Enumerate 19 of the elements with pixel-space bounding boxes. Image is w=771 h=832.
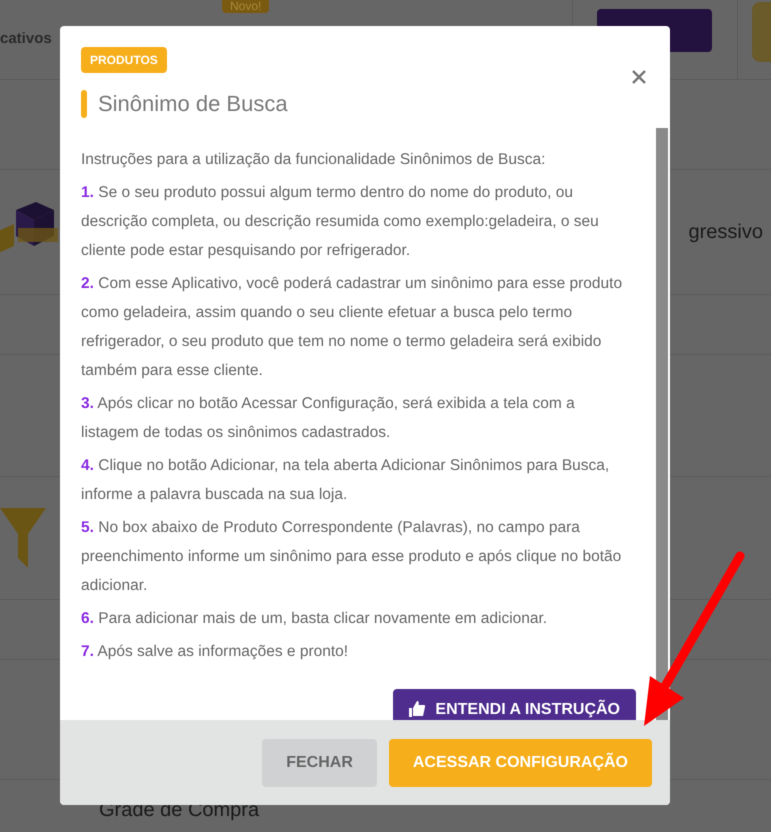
dialog-title: Sinônimo de Busca bbox=[98, 90, 288, 118]
instruction-step: 1. Se o seu produto possui algum termo dentro do nome do produto, ou descrição completa, ou descrição resumida como exemplo:geladeira, o seu cliente pode estar pesquisando por refrigerador. bbox=[81, 178, 636, 265]
row-label: gressivo bbox=[688, 220, 763, 245]
instructions-intro: Instruções para a utilização da funcionalidade Sinônimos de Busca: bbox=[81, 150, 546, 170]
close-button[interactable]: FECHAR bbox=[262, 738, 377, 786]
menu-item[interactable]: cativos bbox=[0, 28, 52, 51]
instruction-step: 6. Para adicionar mais de um, basta clicar novamente em adicionar. bbox=[81, 604, 636, 633]
thumbs-up-icon bbox=[409, 701, 426, 717]
title-accent-bar bbox=[81, 90, 87, 118]
instruction-step: 2. Com esse Aplicativo, você poderá cadastrar um sinônimo para esse produto como geladeira, assim quando o seu cliente efetuar a busca pelo termo refrigerador, o seu produto que tem no nome o termo geladeira será exibido também para esse cliente. bbox=[81, 269, 636, 385]
scrollbar[interactable] bbox=[656, 128, 668, 720]
instruction-step: 7. Após salve as informações e pronto! bbox=[81, 637, 636, 666]
configure-button[interactable]: ACESSAR CONFIGURAÇÃO bbox=[388, 738, 652, 786]
instruction-step: 3. Após clicar no botão Acessar Configuração, será exibida a tela com a listagem de todas os sinônimos cadastrados. bbox=[81, 389, 636, 447]
instruction-step: 4. Clique no botão Adicionar, na tela aberta Adicionar Sinônimos para Busca, informe a palavra buscada na sua loja. bbox=[81, 451, 636, 509]
funnel-icon bbox=[0, 508, 46, 568]
category-tag: PRODUTOS bbox=[81, 47, 167, 73]
understood-button[interactable]: ENTENDI A INSTRUÇÃO bbox=[393, 689, 636, 720]
instruction-step: 5. No box abaixo de Produto Correspondente (Palavras), no campo para preenchimento informe um sinônimo para esse produto e após clique no botão adicionar. bbox=[81, 513, 636, 600]
